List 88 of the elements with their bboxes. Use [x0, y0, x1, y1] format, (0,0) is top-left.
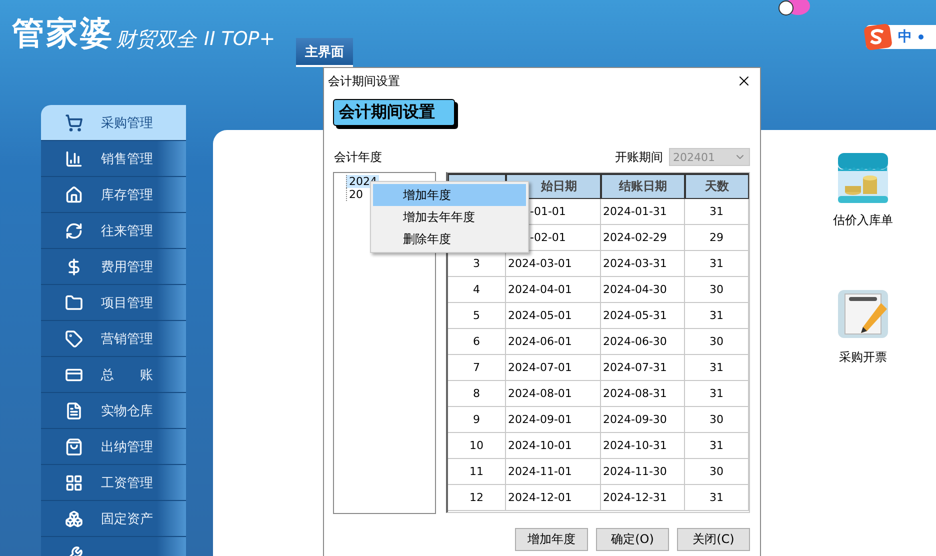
- ime-mode[interactable]: 中: [898, 28, 912, 46]
- tag-icon: [65, 330, 83, 348]
- table-cell: 31: [685, 251, 749, 277]
- column-header: 结账日期: [601, 173, 685, 199]
- sidebar-item[interactable]: 出纳管理: [41, 429, 186, 465]
- year-label: 会计年度: [334, 149, 382, 166]
- table-cell: 2024-10-31: [601, 433, 685, 459]
- cart-icon: [65, 114, 83, 132]
- ime-toolbar[interactable]: 中: [866, 25, 936, 49]
- table-cell: 2024-12-01: [506, 485, 601, 511]
- mascot-icon: [778, 0, 812, 18]
- table-cell: 6: [448, 329, 506, 355]
- table-cell: 2024-01-31: [601, 199, 685, 225]
- sidebar-item[interactable]: 营销管理: [41, 321, 186, 357]
- table-cell: 5: [448, 303, 506, 329]
- punctuation-icon[interactable]: [918, 34, 924, 40]
- opening-period-label: 开账期间: [615, 148, 663, 166]
- column-header: 天数: [685, 173, 749, 199]
- dialog-button[interactable]: 关闭(C): [677, 528, 750, 551]
- table-cell: 2024-08-31: [601, 381, 685, 407]
- table-cell: 2024-06-01: [506, 329, 601, 355]
- table-cell: 2024-04-30: [601, 277, 685, 303]
- sidebar-item[interactable]: 项目管理: [41, 285, 186, 321]
- storefront-icon[interactable]: [837, 152, 889, 204]
- table-cell: 31: [685, 485, 749, 511]
- table-cell: 2024-03-31: [601, 251, 685, 277]
- dialog-title: 会计期间设置: [328, 72, 400, 90]
- sidebar-item[interactable]: 销售管理: [41, 141, 186, 177]
- folder-icon: [65, 294, 83, 312]
- sidebar-item[interactable]: 往来管理: [41, 213, 186, 249]
- table-cell: 2024-06-30: [601, 329, 685, 355]
- table-cell: 8: [448, 381, 506, 407]
- table-cell: 31: [685, 355, 749, 381]
- table-cell: 2024-11-01: [506, 459, 601, 485]
- sidebar-item[interactable]: 采购管理: [41, 105, 186, 141]
- table-cell: 10: [448, 433, 506, 459]
- table-cell: 30: [685, 277, 749, 303]
- table-cell: 31: [685, 199, 749, 225]
- dialog-button[interactable]: 增加年度: [515, 528, 588, 551]
- table-cell: 30: [685, 407, 749, 433]
- sidebar-item[interactable]: 固定资产: [41, 501, 186, 537]
- sidebar-item[interactable]: 总 账: [41, 357, 186, 393]
- bar-chart-icon: [65, 150, 83, 168]
- table-cell: 30: [685, 459, 749, 485]
- table-cell: 4: [448, 277, 506, 303]
- sidebar-item[interactable]: 工资管理: [41, 465, 186, 501]
- dialog-heading: 会计期间设置: [333, 99, 455, 126]
- shortcut-label[interactable]: 采购开票: [839, 349, 887, 366]
- table-cell: 31: [685, 303, 749, 329]
- table-cell: 29: [685, 225, 749, 251]
- table-cell: 31: [685, 433, 749, 459]
- refresh-icon: [65, 222, 83, 240]
- sidebar-item[interactable]: 实物仓库: [41, 393, 186, 429]
- shortcut-label[interactable]: 估价入库单: [833, 212, 893, 229]
- year-tree-item[interactable]: 20: [346, 188, 365, 201]
- table-cell: 2024-02-29: [601, 225, 685, 251]
- house-icon: [65, 186, 83, 204]
- table-cell: 2024-05-01: [506, 303, 601, 329]
- table-cell: 2024-11-30: [601, 459, 685, 485]
- app-logo: 管家婆: [12, 13, 114, 54]
- table-cell: 31: [685, 381, 749, 407]
- table-cell: 2024-12-31: [601, 485, 685, 511]
- table-cell: 2024-08-01: [506, 381, 601, 407]
- notepad-pencil-icon[interactable]: [837, 289, 889, 341]
- table-cell: 2024-07-31: [601, 355, 685, 381]
- table-cell: 2024-09-01: [506, 407, 601, 433]
- menu-item[interactable]: 增加年度: [373, 184, 526, 206]
- table-cell: 9: [448, 407, 506, 433]
- table-cell: 2024-07-01: [506, 355, 601, 381]
- table-cell: 30: [685, 329, 749, 355]
- table-cell: 2024-10-01: [506, 433, 601, 459]
- main-tab[interactable]: 主界面: [296, 38, 353, 67]
- ime-logo-icon: [864, 24, 892, 50]
- table-cell: 7: [448, 355, 506, 381]
- dialog-button[interactable]: 确定(O): [596, 528, 669, 551]
- table-cell: 2024-05-31: [601, 303, 685, 329]
- table-cell: 11: [448, 459, 506, 485]
- app-edition: II TOP+: [204, 28, 276, 50]
- bag-icon: [65, 438, 83, 456]
- boxes-icon: [65, 510, 83, 528]
- sidebar-item[interactable]: 费用管理: [41, 249, 186, 285]
- app-tagline: 财贸双全: [116, 26, 196, 53]
- document-icon: [65, 402, 83, 420]
- grid-icon: [65, 474, 83, 492]
- sidebar-item[interactable]: 库存管理: [41, 177, 186, 213]
- table-cell: 2024-09-30: [601, 407, 685, 433]
- table-cell: 12: [448, 485, 506, 511]
- table-cell: 2024-04-01: [506, 277, 601, 303]
